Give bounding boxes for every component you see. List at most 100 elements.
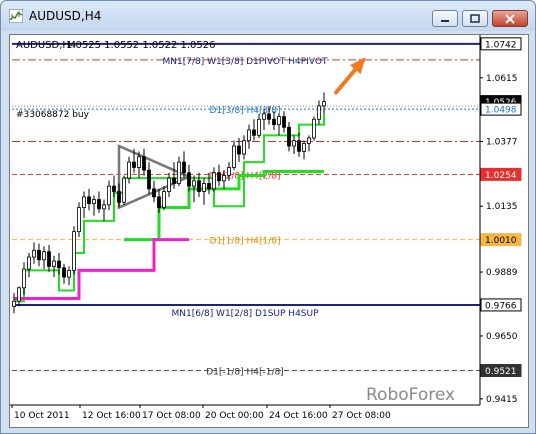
chart-area[interactable]: MN1[7/8] W1[3/8] D1PIVOT H4PIVOT D1[3/8] … (9, 34, 529, 428)
candle-body (72, 231, 76, 271)
candle-body (272, 118, 276, 126)
candle-body (167, 177, 171, 192)
minimize-button[interactable] (432, 10, 458, 27)
candle-body (207, 183, 211, 190)
window-title: AUDUSD,H4 (29, 9, 102, 23)
candle-body (287, 126, 291, 147)
candle-body (227, 167, 231, 176)
candle-body (32, 249, 36, 258)
level-label: MN1[6/8] W1[2/8] D1SUP H4SUP (171, 309, 319, 319)
close-icon (505, 13, 515, 24)
candle-body (247, 129, 251, 142)
candle-body (117, 191, 121, 203)
candle-body (237, 145, 241, 155)
candle-body (307, 137, 311, 144)
chart-app-icon (9, 9, 23, 23)
y-tick-label: 0.9889 (486, 268, 518, 278)
candle-body (222, 175, 226, 182)
candle-body (52, 260, 56, 267)
candle-body (27, 256, 31, 270)
candle-body (147, 169, 151, 190)
candle-body (242, 140, 246, 155)
candle-body (42, 251, 46, 261)
candle-body (312, 118, 316, 139)
candle-body (177, 161, 181, 184)
candle-body (157, 196, 161, 208)
x-tick-label: 12 Oct 16:00 (82, 411, 141, 421)
candle-body (22, 268, 26, 289)
candle-body (252, 129, 256, 136)
candle-body (297, 140, 301, 152)
y-tick-label: 1.0377 (486, 137, 518, 147)
candle-body (137, 156, 141, 168)
candle-body (277, 116, 281, 126)
candle-body (187, 172, 191, 187)
candle-body (262, 113, 266, 120)
price-label-text: 1.0010 (485, 236, 517, 246)
level-label: D1[1/8] H4[1/8] (209, 237, 280, 247)
close-button[interactable] (492, 10, 528, 27)
y-tick-label: 1.0615 (486, 74, 518, 84)
candle-body (152, 188, 156, 198)
candle-body (302, 142, 306, 152)
chart-ohlc: 1.0525 1.0552 1.0522 1.0526 (66, 40, 216, 51)
candle-body (317, 105, 321, 120)
candle-body (57, 260, 61, 269)
candle-body (112, 185, 116, 192)
maximize-button[interactable] (462, 10, 488, 27)
candle-body (172, 177, 176, 184)
title-bar[interactable]: AUDUSD,H4 (1, 1, 535, 31)
candle-body (12, 300, 16, 307)
candle-body (122, 177, 126, 203)
level-label: D1[-1/8] H4[-1/8] (206, 367, 284, 377)
x-tick-label: 20 Oct 00:00 (205, 411, 264, 421)
candle-body (17, 287, 21, 302)
y-tick-label: 0.9650 (486, 332, 518, 342)
maximize-icon (470, 14, 480, 23)
candle-body (217, 172, 221, 182)
minimize-icon (441, 19, 449, 22)
candle-body (202, 183, 206, 192)
candle-body (62, 267, 66, 278)
candle-body (192, 180, 196, 187)
price-label-text: 0.9766 (485, 301, 517, 311)
price-label-text: 0.9521 (485, 367, 517, 377)
order-label: #33068872 buy (16, 110, 90, 120)
price-label-text: 1.0498 (485, 106, 517, 116)
x-tick-label: 27 Oct 08:00 (332, 411, 391, 421)
candle-body (67, 270, 71, 278)
candle-body (162, 191, 166, 208)
candle-body (77, 207, 81, 233)
x-tick-label: 10 Oct 2011 (14, 411, 70, 421)
x-tick-label: 24 Oct 16:00 (269, 411, 328, 421)
candle-body (127, 161, 131, 179)
candle-body (282, 116, 286, 128)
brand-watermark: RoboForex (366, 385, 455, 405)
y-tick-label: 1.0135 (486, 202, 518, 212)
candle-body (292, 140, 296, 147)
candle-body (142, 156, 146, 171)
y-tick-label: 0.9415 (486, 395, 518, 405)
candle-body (257, 118, 261, 136)
chart-window: AUDUSD,H4 MN1[7/8] W1[3/8] D1PIVOT H4PIV… (0, 0, 536, 434)
candle-body (97, 199, 101, 210)
level-label: MN1[7/8] W1[3/8] D1PIVOT H4PIVOT (163, 57, 328, 67)
candle-body (232, 145, 236, 168)
candle-body (107, 185, 111, 206)
price-label-text: 1.0254 (485, 171, 517, 181)
candle-body (212, 172, 216, 190)
candle-body (182, 161, 186, 174)
price-chart[interactable]: MN1[7/8] W1[3/8] D1PIVOT H4PIVOTD1[3/8] … (10, 35, 528, 427)
candle-body (82, 196, 86, 208)
candle-body (322, 101, 326, 107)
candle-body (102, 204, 106, 210)
candle-body (47, 251, 51, 267)
x-tick-label: 17 Oct 08:00 (142, 411, 201, 421)
candle-body (37, 249, 41, 261)
candle-body (132, 161, 136, 168)
candle-body (92, 199, 96, 204)
magenta-step-line (14, 238, 189, 301)
candle-body (87, 196, 91, 204)
price-label-text: 1.0742 (485, 40, 517, 50)
candle-body (267, 113, 271, 120)
